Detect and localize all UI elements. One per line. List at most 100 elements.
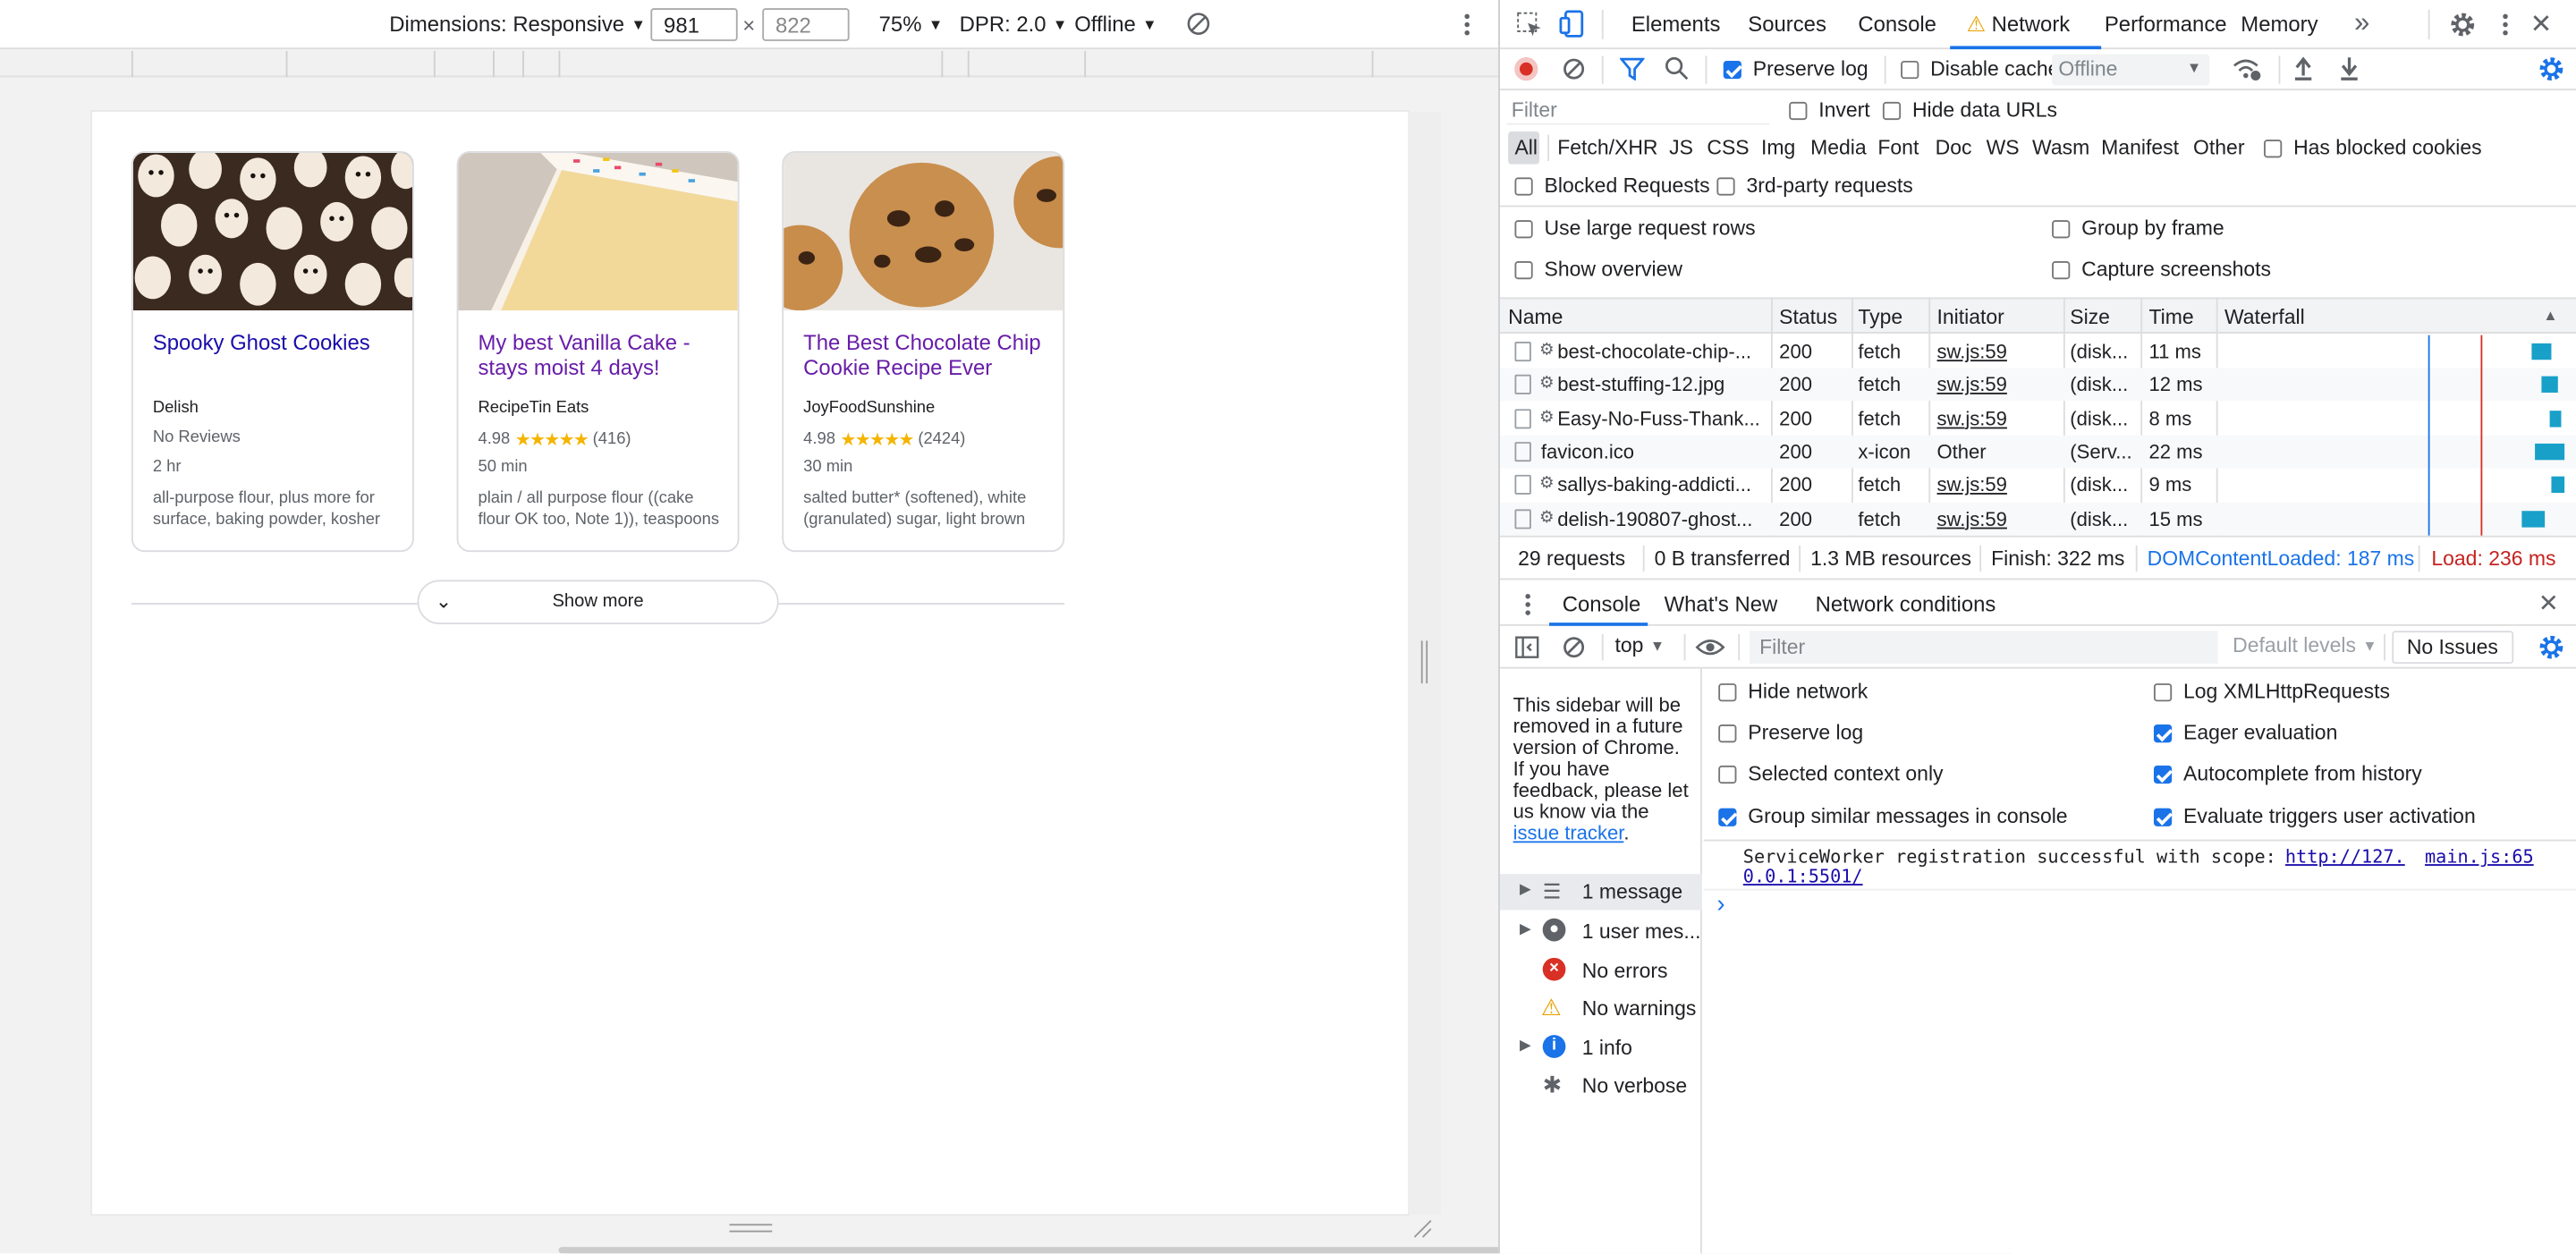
column-time[interactable]: Time	[2148, 306, 2193, 329]
autocomplete-checkbox[interactable]: Autocomplete from history	[2153, 762, 2422, 785]
console-message-url-cont[interactable]: 0.0.1:5501/	[1743, 866, 1863, 887]
preserve-log-checkbox[interactable]: Preserve log	[1723, 57, 1868, 80]
filter-type-img[interactable]: Img	[1761, 136, 1795, 159]
recipe-card[interactable]: The Best Chocolate Chip Cookie Recipe Ev…	[782, 150, 1065, 553]
request-row[interactable]: delish-190807-ghost... 200 fetch sw.js:59 (d…	[1499, 502, 2576, 535]
drawer-menu-icon[interactable]	[1523, 593, 1533, 616]
dpr-dropdown[interactable]: DPR: 2.0 ▼	[960, 12, 1068, 37]
corner-resize-handle[interactable]	[1413, 1219, 1433, 1239]
import-har-icon[interactable]	[2293, 55, 2313, 80]
request-initiator[interactable]: sw.js:59	[1937, 407, 2059, 430]
show-overview-checkbox[interactable]: Show overview	[1514, 258, 1682, 281]
filter-type-font[interactable]: Font	[1877, 136, 1919, 159]
recipe-title[interactable]: My best Vanilla Cake - stays moist 4 day…	[478, 330, 724, 379]
filter-type-doc[interactable]: Doc	[1936, 136, 1972, 159]
filter-type-other[interactable]: Other	[2193, 136, 2244, 159]
console-source-link[interactable]: main.js:65	[2425, 846, 2534, 868]
throttle-dropdown[interactable]: Offline ▼	[1074, 12, 1157, 37]
has-blocked-cookies-checkbox[interactable]: Has blocked cookies	[2264, 136, 2482, 159]
search-icon[interactable]	[1665, 55, 1690, 80]
filter-type-js[interactable]: JS	[1669, 136, 1693, 159]
recipe-card[interactable]: Spooky Ghost Cookies Delish No Reviews 2…	[131, 150, 414, 553]
console-preserve-log-checkbox[interactable]: Preserve log	[1718, 721, 1863, 744]
more-options-icon[interactable]	[1462, 13, 1472, 37]
invert-checkbox[interactable]: Invert	[1789, 98, 1870, 122]
filter-type-manifest[interactable]: Manifest	[2101, 136, 2179, 159]
evaluate-triggers-checkbox[interactable]: Evaluate triggers user activation	[2153, 805, 2476, 828]
clear-icon[interactable]	[1563, 57, 1586, 80]
device-toolbar-icon[interactable]	[1559, 10, 1585, 39]
recipe-title[interactable]: The Best Chocolate Chip Cookie Recipe Ev…	[803, 330, 1050, 379]
hide-network-checkbox[interactable]: Hide network	[1718, 680, 1868, 703]
sidebar-item-errors[interactable]: × No errors	[1500, 956, 1702, 992]
drawer-tab-whats-new[interactable]: What's New	[1665, 591, 1778, 616]
tab-elements[interactable]: Elements	[1631, 12, 1721, 37]
column-waterfall[interactable]: Waterfall	[2224, 306, 2305, 329]
console-settings-gear-icon[interactable]	[2538, 634, 2564, 660]
eager-evaluation-checkbox[interactable]: Eager evaluation	[2153, 721, 2337, 744]
console-message-url[interactable]: http://127.	[2285, 846, 2405, 868]
more-tabs-icon[interactable]: »	[2354, 6, 2369, 39]
dimensions-dropdown[interactable]: Dimensions: Responsive ▼	[389, 12, 646, 37]
filter-icon[interactable]	[1620, 57, 1645, 81]
column-initiator[interactable]: Initiator	[1937, 306, 2004, 329]
third-party-requests-checkbox[interactable]: 3rd-party requests	[1716, 174, 1913, 197]
sidebar-item-user-messages[interactable]: ▶ ● 1 user mes...	[1500, 917, 1702, 953]
log-levels-dropdown[interactable]: Default levels ▼	[2233, 634, 2377, 657]
drawer-tab-console[interactable]: Console	[1563, 591, 1641, 616]
rotate-icon[interactable]	[1186, 12, 1211, 37]
column-status[interactable]: Status	[1779, 306, 1837, 329]
more-options-icon[interactable]	[2501, 13, 2511, 37]
recipe-card[interactable]: My best Vanilla Cake - stays moist 4 day…	[456, 150, 740, 553]
zoom-dropdown[interactable]: 75% ▼	[879, 12, 944, 37]
settings-gear-icon[interactable]	[2450, 12, 2476, 38]
width-input[interactable]: 981	[650, 8, 738, 41]
tab-performance[interactable]: Performance	[2105, 12, 2227, 37]
issues-counter[interactable]: No Issues	[2392, 631, 2513, 665]
column-name[interactable]: Name	[1508, 306, 1563, 329]
drawer-tab-network-conditions[interactable]: Network conditions	[1816, 591, 1996, 616]
console-filter-input[interactable]: Filter	[1750, 631, 2218, 665]
selected-context-only-checkbox[interactable]: Selected context only	[1718, 762, 1944, 785]
inspect-element-icon[interactable]	[1516, 12, 1542, 38]
sidebar-item-warnings[interactable]: ⚠ No warnings	[1500, 994, 1702, 1029]
filter-type-wasm[interactable]: Wasm	[2032, 136, 2089, 159]
request-initiator[interactable]: sw.js:59	[1937, 373, 2059, 396]
filter-type-fetch-xhr[interactable]: Fetch/XHR	[1557, 136, 1657, 159]
show-more-button[interactable]: ⌄ Show more	[417, 580, 779, 624]
blocked-requests-checkbox[interactable]: Blocked Requests	[1514, 174, 1710, 197]
filter-type-media[interactable]: Media	[1810, 136, 1867, 159]
console-prompt-icon[interactable]: ›	[1716, 891, 1724, 919]
sidebar-toggle-icon[interactable]	[1514, 636, 1539, 659]
column-size[interactable]: Size	[2070, 306, 2110, 329]
clear-console-icon[interactable]	[1563, 636, 1586, 659]
throttle-select[interactable]: Offline ▼	[2052, 54, 2210, 86]
capture-screenshots-checkbox[interactable]: Capture screenshots	[2052, 258, 2271, 281]
request-row[interactable]: favicon.ico 200 x-icon Other (Serv... 22 ms	[1499, 435, 2576, 469]
record-icon[interactable]	[1514, 57, 1538, 81]
log-xmlhttprequests-checkbox[interactable]: Log XMLHttpRequests	[2153, 680, 2390, 703]
group-similar-checkbox[interactable]: Group similar messages in console	[1718, 805, 2068, 828]
recipe-title[interactable]: Spooky Ghost Cookies	[153, 330, 400, 355]
sidebar-item-info[interactable]: ▶ i 1 info	[1500, 1033, 1702, 1069]
request-row[interactable]: sallys-baking-addicti... 200 fetch sw.js:59…	[1500, 469, 2576, 502]
issue-tracker-link[interactable]: issue tracker	[1513, 821, 1624, 844]
filter-type-ws[interactable]: WS	[1987, 136, 2020, 159]
close-drawer-icon[interactable]: ✕	[2538, 589, 2559, 617]
request-row[interactable]: Easy-No-Fuss-Thank... 200 fetch sw.js:59 (di…	[1500, 402, 2576, 435]
tab-network[interactable]: ⚠ Network	[1967, 12, 2071, 38]
sidebar-item-verbose[interactable]: ✱ No verbose	[1500, 1072, 1702, 1107]
height-input[interactable]: 822	[762, 8, 850, 41]
request-initiator[interactable]: sw.js:59	[1937, 507, 2059, 530]
filter-type-css[interactable]: CSS	[1707, 136, 1749, 159]
bottom-resize-handle[interactable]	[729, 1224, 773, 1233]
request-initiator[interactable]: Other	[1937, 440, 2059, 463]
network-settings-gear-icon[interactable]	[2538, 55, 2564, 81]
right-resize-bar[interactable]	[1408, 111, 1441, 1215]
sidebar-item-messages[interactable]: ▶ ☰ 1 message	[1500, 877, 1702, 913]
request-row[interactable]: best-chocolate-chip-... 200 fetch sw.js:59 (…	[1500, 335, 2576, 369]
hide-data-urls-checkbox[interactable]: Hide data URLs	[1882, 98, 2057, 122]
request-row[interactable]: best-stuffing-12.jpg 200 fetch sw.js:59 (dis…	[1499, 368, 2576, 402]
request-initiator[interactable]: sw.js:59	[1937, 473, 2059, 496]
filter-type-all[interactable]: All	[1514, 136, 1538, 159]
